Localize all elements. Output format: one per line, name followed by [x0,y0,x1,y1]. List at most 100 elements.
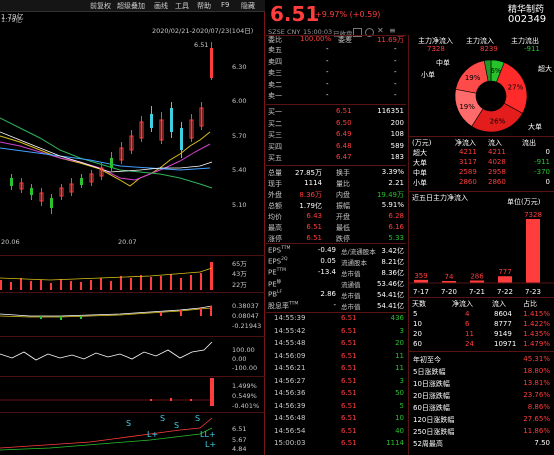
fundamental-label: 股息率TTM [268,301,298,311]
volume-tick-2: 43万 [232,270,247,278]
fundamental-value: - [333,301,336,309]
price-tick-2: 6.00 [232,97,247,105]
ind4-tick-1: 6.51 [232,425,247,433]
fundamental-suffix: TTM [276,268,286,273]
stat-value: 27.85万 [294,169,322,177]
flow-row-in: 4211 [488,148,506,156]
ind3-tick-2: 0.549% [232,392,257,400]
bid-price: 6.51 [336,107,352,115]
ind3-tick-3: -0.401% [232,402,260,410]
tick-volume: 40 [395,426,404,435]
signal-s-1: S [126,419,132,428]
perf-value: 8.86% [527,403,550,411]
fundamental-suffix: 2Q [281,257,288,262]
period-in: 8777 [494,320,512,328]
perf-value: 18.80% [523,367,550,375]
ask-vol: - [394,91,397,99]
signal-s-4: S [195,414,201,423]
ob-header: 委比 100.00% 委差 11.69万 [268,35,404,45]
ask-price: - [326,45,329,53]
date-tick-1: 20.06 [1,238,20,246]
five-day-category-label: 7-21 [469,288,485,296]
flow-table-header: 流入 [488,139,502,147]
ask-label: 卖四 [268,57,282,66]
tick-time: 14:55:39 [274,314,306,322]
period-net: 6 [465,320,470,328]
bid-price: 6.48 [336,141,352,150]
volume-chart [0,262,213,290]
toolbar-btn-tools[interactable]: 工具 [175,1,189,11]
stat-label: 均价 [268,213,282,221]
period-header: 流入 [492,300,506,308]
perf-value: 27.65% [523,415,550,423]
toolbar-btn-draw[interactable]: 画线 [154,1,168,11]
flow-table-header: 流出 [522,139,536,147]
flow-row-label: 小单 [413,179,427,187]
fundamental-suffix: LF [277,290,283,295]
toolbar-btn-fq[interactable]: 前复权 [90,1,111,11]
flow-row-net: 2860 [459,178,477,186]
fundamental-value: 2.86 [320,290,336,298]
five-day-category-label: 7-20 [441,288,457,296]
menu-icon[interactable]: ≡ [389,26,398,35]
bid-price: 6.49 [336,130,352,138]
date-tick-2: 20.07 [118,238,137,246]
ask-price: - [326,79,329,88]
ind2-tick-1: 100.00 [232,346,255,354]
period-header: 占比 [523,300,537,308]
perf-label: 10日涨跌幅 [413,380,450,388]
indicator3-chart [0,378,214,406]
tick-price: 6.51 [341,389,357,397]
close-icon[interactable]: ✕ [377,26,386,35]
donut-pct-label: 19% [459,103,475,111]
ask-label: 卖二 [268,80,282,89]
price-tick-3: 5.70 [232,132,247,140]
bid-label: 买二 [268,119,282,128]
fundamental-suffix: TTM [281,246,291,251]
tick-price: 6.51 [341,351,357,360]
fundamental-label2: 流通股本 [341,259,367,267]
period-in: 9149 [494,330,512,338]
period-pct: 1.415% [523,310,550,318]
stat-label: 换手 [336,169,350,177]
toolbar-btn-overlay[interactable]: 超级叠加 [117,1,145,11]
signal-s-2: S [160,414,166,423]
perf-label: 250日涨跌幅 [413,428,455,436]
period-header: 净流入 [452,300,473,308]
flow-row-out: -370 [534,168,550,176]
tick-volume: 436 [390,314,404,322]
period-days: 20 [413,330,422,338]
flow-row-in: 2958 [488,168,506,176]
ob-diff: 11.69万 [376,36,404,44]
tick-time: 14:55:48 [274,339,306,347]
toolbar-btn-hide[interactable]: 隐藏 [241,1,255,11]
tick-price: 6.51 [341,426,357,435]
chart-area[interactable]: 1.79亿 前复权 超级叠加 画线 工具 帮助 F9 隐藏 1.79亿 2020… [0,0,265,455]
tick-price: 6.51 [341,364,357,372]
five-day-value-label: 777 [498,268,511,276]
bid-label: 买三 [268,131,282,139]
fundamental-name: PE [268,280,277,289]
fundamental-label: PBLF [268,290,282,300]
tick-time: 14:56:39 [274,401,306,410]
toolbar-btn-help[interactable]: 帮助 [197,1,211,11]
five-day-title: 近五日主力净流入 [412,194,468,202]
stock-code: 002349 [508,14,547,25]
donut-label-mid: 中单 [436,59,450,67]
candles [10,42,213,214]
signal-lplus-3: L+ [205,440,217,449]
stat-label: 最低 [336,224,350,232]
tick-time: 14:56:21 [274,364,306,372]
period-days: 10 [413,320,422,328]
tick-price: 6.51 [341,401,357,410]
tick-time: 14:56:48 [274,414,306,422]
tick-volume: 20 [395,339,404,347]
stat-value: 2.21 [388,179,404,187]
flow-row-net: 3117 [459,158,477,166]
toolbar-btn-f9[interactable]: F9 [221,1,229,9]
flow-out-value: -911 [524,45,540,53]
stat-label: 外盘 [268,191,282,199]
stat-label: 总量 [268,169,282,177]
perf-label: 52周最高 [413,440,443,448]
fundamental-name: 股息率 [268,302,289,310]
